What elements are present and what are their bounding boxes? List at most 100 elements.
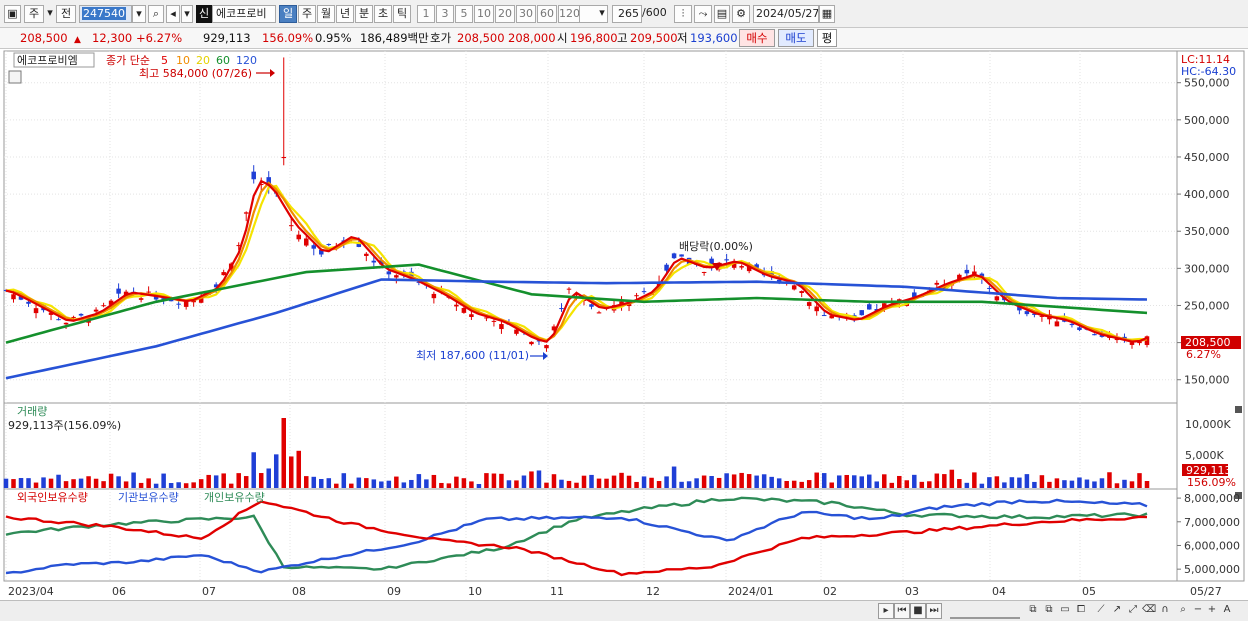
stock-chart[interactable]: 에코프로비엠 종가 단순 5 10 20 60 120 LC:11.14 HC:… bbox=[0, 50, 1248, 600]
tick-number-button[interactable]: 10 bbox=[474, 5, 494, 23]
volume-bar bbox=[709, 476, 714, 488]
candle-body bbox=[1069, 323, 1075, 326]
tick-number-button[interactable]: 60 bbox=[537, 5, 557, 23]
code-dropdown-icon[interactable]: ▾ bbox=[132, 5, 146, 23]
volume-bar bbox=[191, 482, 196, 488]
volume-bar bbox=[48, 478, 54, 488]
stop-icon[interactable]: ■ bbox=[910, 603, 926, 619]
count-input[interactable]: 265 bbox=[612, 5, 642, 23]
date-axis-label: 05/27 bbox=[1190, 585, 1222, 598]
holdings-axis-label: 8,000,000 bbox=[1184, 492, 1240, 505]
indicator-icon[interactable]: ⤳ bbox=[694, 5, 712, 23]
volume-bar bbox=[851, 475, 857, 488]
stock-code-input[interactable]: 247540 bbox=[79, 5, 132, 23]
calendar-icon[interactable]: ▦ bbox=[819, 5, 835, 23]
scroll-right-icon[interactable]: ▸ bbox=[878, 603, 894, 619]
price-axis-label: 150,000 bbox=[1184, 374, 1230, 387]
volume-bar bbox=[228, 483, 234, 488]
candle-body bbox=[469, 314, 474, 317]
volume-bar bbox=[116, 476, 121, 488]
volume-bar bbox=[589, 474, 594, 488]
evaluate-button[interactable]: 평 bbox=[817, 29, 837, 47]
volume-bar bbox=[739, 472, 744, 488]
candle-body bbox=[78, 313, 84, 316]
volume-pane-close-icon[interactable] bbox=[1235, 406, 1242, 413]
blank-select-dropdown-icon[interactable]: ▾ bbox=[596, 5, 608, 23]
candle-body bbox=[364, 253, 369, 256]
scroll-last-icon[interactable]: ⏭ bbox=[926, 603, 942, 619]
eraser-icon[interactable]: ⌫ bbox=[1142, 603, 1156, 619]
volume-bar bbox=[236, 473, 241, 488]
volume-bar bbox=[829, 482, 834, 488]
layout-icon-1[interactable]: ⧉ bbox=[1026, 603, 1040, 619]
compare-icon[interactable]: ⧠ bbox=[1074, 603, 1088, 619]
tick-number-button[interactable]: 120 bbox=[558, 5, 580, 23]
magnet-icon[interactable]: ∩ bbox=[1158, 603, 1172, 619]
volume-bar bbox=[161, 473, 166, 488]
zoom-out-icon[interactable]: − bbox=[1192, 603, 1204, 619]
data-table-icon[interactable] bbox=[8, 70, 22, 84]
tick-number-button[interactable]: 3 bbox=[436, 5, 454, 23]
interval-button[interactable]: 주 bbox=[298, 5, 316, 23]
candle-type-icon[interactable]: ⫶ bbox=[674, 5, 692, 23]
search-icon[interactable]: ⌕ bbox=[148, 5, 164, 23]
candle-body bbox=[559, 308, 564, 310]
period-dropdown-icon[interactable]: ▾ bbox=[46, 5, 54, 23]
tick-number-button[interactable]: 5 bbox=[455, 5, 473, 23]
zoom-in-icon[interactable]: + bbox=[1206, 603, 1218, 619]
tick-number-button[interactable]: 30 bbox=[516, 5, 536, 23]
volume-bar bbox=[341, 473, 347, 488]
trend-line-icon[interactable]: ⟋ bbox=[1094, 603, 1108, 619]
volume-bar bbox=[131, 472, 136, 488]
volume-bar bbox=[731, 474, 737, 488]
high-price: 209,500 bbox=[630, 31, 678, 45]
volume-bar bbox=[56, 474, 61, 488]
interval-button[interactable]: 초 bbox=[374, 5, 392, 23]
scroll-first-icon[interactable]: ⏮ bbox=[894, 603, 910, 619]
layout-icon-2[interactable]: ⧉ bbox=[1042, 603, 1056, 619]
zoom-slider[interactable] bbox=[950, 603, 1020, 619]
candle-body bbox=[176, 303, 181, 305]
tick-number-button[interactable]: 1 bbox=[417, 5, 435, 23]
buy-button[interactable]: 매수 bbox=[739, 29, 775, 47]
volume-bar bbox=[889, 482, 895, 488]
candle-body bbox=[994, 296, 1000, 301]
volume-bar bbox=[927, 481, 932, 488]
volume-bar bbox=[942, 474, 947, 488]
volume-bar bbox=[296, 450, 302, 488]
up-arrow-icon: ▲ bbox=[74, 35, 81, 45]
volume-bar bbox=[206, 474, 211, 488]
layout-icon-3[interactable]: ▭ bbox=[1058, 603, 1072, 619]
draw-line-icon[interactable]: ↗ bbox=[1110, 603, 1124, 619]
prev-button[interactable]: 전 bbox=[56, 5, 76, 23]
volume-bar bbox=[138, 482, 144, 488]
interval-button[interactable]: 틱 bbox=[393, 5, 411, 23]
candle-body bbox=[491, 320, 497, 322]
volume-bar bbox=[604, 478, 609, 488]
volume-bar bbox=[108, 473, 114, 488]
candle-body bbox=[1054, 321, 1060, 327]
font-size-icon[interactable]: A bbox=[1220, 603, 1234, 619]
date-axis-label: 05 bbox=[1082, 585, 1096, 598]
interval-button[interactable]: 분 bbox=[355, 5, 373, 23]
evaluate-label: 평 bbox=[821, 31, 833, 45]
interval-button[interactable]: 일 bbox=[279, 5, 297, 23]
volume-bar bbox=[1084, 479, 1090, 488]
speaker-dropdown-icon[interactable]: ▾ bbox=[181, 5, 193, 23]
sell-button[interactable]: 매도 bbox=[778, 29, 814, 47]
draw-tool-icon[interactable]: ⤢ bbox=[1126, 603, 1140, 619]
chart-layout-icon[interactable]: ▣ bbox=[4, 5, 21, 23]
zoom-search-icon[interactable]: ⌕ bbox=[1176, 603, 1190, 619]
interval-button[interactable]: 월 bbox=[317, 5, 335, 23]
settings-gear-icon[interactable]: ⚙ bbox=[732, 5, 750, 23]
interval-button[interactable]: 년 bbox=[336, 5, 354, 23]
candle-body bbox=[33, 308, 39, 314]
volume-bar bbox=[1054, 478, 1060, 488]
save-icon[interactable]: ▤ bbox=[714, 5, 730, 23]
speaker-icon[interactable]: ◂ bbox=[166, 5, 180, 23]
holdings-axis-label: 5,000,000 bbox=[1184, 563, 1240, 576]
period-select[interactable]: 주 bbox=[24, 5, 44, 23]
tick-number-button[interactable]: 20 bbox=[495, 5, 515, 23]
date-input[interactable]: 2024/05/27 bbox=[753, 5, 819, 23]
volume-bar bbox=[221, 473, 226, 488]
